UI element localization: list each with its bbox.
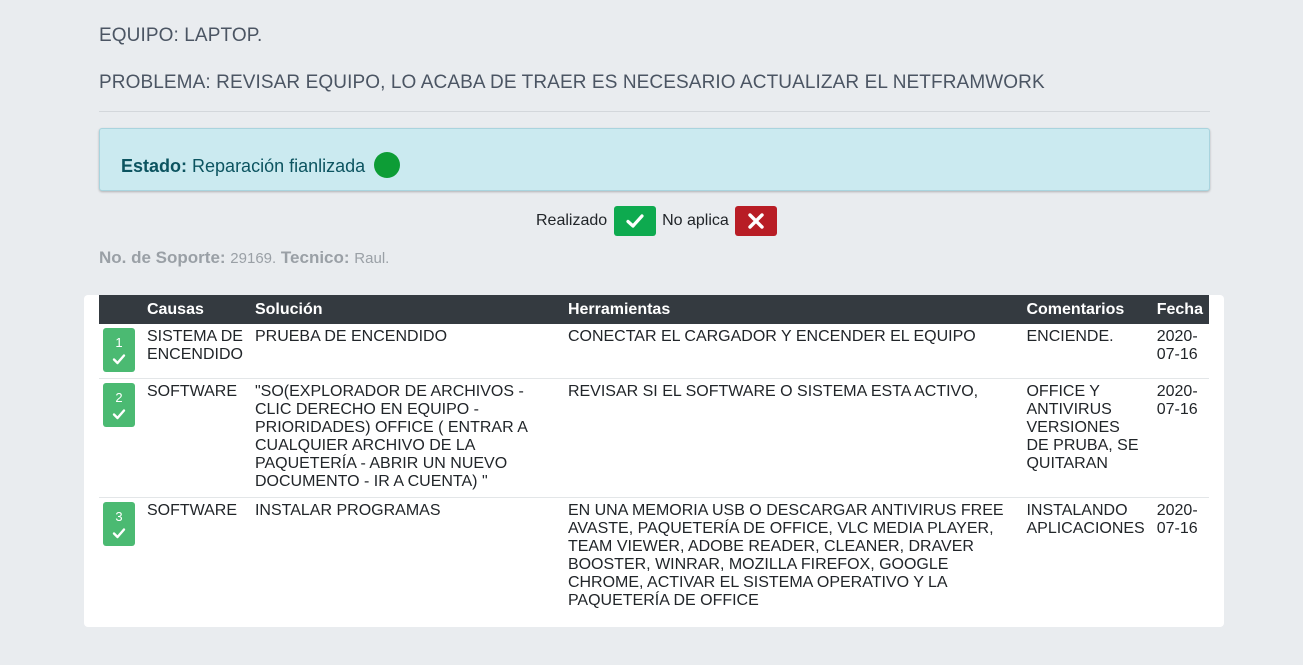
- cell-herramientas: CONECTAR EL CARGADOR Y ENCENDER EL EQUIP…: [567, 328, 976, 345]
- column-header-causas[interactable]: Causas: [141, 295, 249, 324]
- table-row: 1 SISTEMA DE ENCENDIDO PRUEBA DE ENCENDI…: [99, 324, 1209, 379]
- cell-comentarios: INSTALANDO APLICACIONES: [1020, 497, 1151, 616]
- cell-fecha: 2020-07-16: [1150, 497, 1209, 616]
- tasks-table: Causas Solución Herramientas Comentarios…: [99, 295, 1209, 616]
- row-status-cell: 2: [99, 378, 141, 498]
- tasks-card: Causas Solución Herramientas Comentarios…: [84, 295, 1224, 627]
- column-header-fecha[interactable]: Fecha: [1151, 295, 1209, 324]
- cell-solucion: INSTALAR PROGRAMAS: [248, 497, 562, 616]
- cell-causa: SOFTWARE: [140, 497, 249, 616]
- support-meta: No. de Soporte: 29169. Tecnico: Raul.: [99, 248, 389, 268]
- column-header-solucion[interactable]: Solución: [249, 295, 562, 324]
- row-status-cell: 1: [99, 324, 141, 379]
- column-header-comentarios[interactable]: Comentarios: [1020, 295, 1150, 324]
- legend-done-button[interactable]: [613, 206, 656, 236]
- check-icon: [112, 354, 126, 365]
- cell-fecha: 2020-07-16: [1156, 328, 1198, 363]
- cell-causa: SISTEMA DE ENCENDIDO: [146, 328, 243, 363]
- table-row: 2 SOFTWARE "SO(EXPLORADOR DE ARCHIVOS - …: [99, 378, 1209, 498]
- status-alert: Estado: Reparación fianlizada: [99, 128, 1210, 191]
- legend-na-label: No aplica: [662, 212, 729, 229]
- check-icon: [112, 528, 126, 539]
- technician-value: Raul.: [354, 250, 390, 267]
- close-icon: [748, 213, 764, 229]
- status-label: Estado:: [121, 156, 188, 176]
- support-number-label: No. de Soporte:: [99, 248, 226, 267]
- cell-comentarios: ENCIENDE.: [1026, 328, 1114, 345]
- column-header-index: [99, 295, 141, 324]
- row-number: 1: [115, 335, 123, 350]
- divider: [99, 111, 1210, 112]
- cell-fecha: 2020-07-16: [1150, 378, 1209, 498]
- status-dot-icon: [374, 152, 401, 178]
- cell-causa: SOFTWARE: [140, 378, 249, 498]
- cell-solucion: PRUEBA DE ENCENDIDO: [254, 328, 448, 345]
- check-icon: [626, 214, 644, 228]
- equipment-heading: EQUIPO: LAPTOP.: [99, 25, 263, 46]
- status-value: Reparación fianlizada: [192, 156, 366, 176]
- row-status-cell: 3: [99, 497, 141, 616]
- problem-heading: PROBLEMA: REVISAR EQUIPO, LO ACABA DE TR…: [99, 72, 1045, 93]
- legend-na-button[interactable]: [735, 206, 778, 236]
- support-number-value: 29169.: [230, 250, 277, 267]
- check-icon: [112, 409, 126, 420]
- row-status-badge[interactable]: 3: [103, 502, 135, 546]
- row-status-badge[interactable]: 2: [103, 383, 135, 427]
- cell-comentarios: OFFICE Y ANTIVIRUS VERSIONES DE PRUBA, S…: [1020, 378, 1151, 498]
- row-status-badge[interactable]: 1: [103, 328, 135, 372]
- row-number: 3: [115, 509, 123, 524]
- table-header-row: Causas Solución Herramientas Comentarios…: [99, 295, 1209, 324]
- technician-label: Tecnico:: [280, 248, 350, 267]
- legend: Realizado No aplica: [536, 206, 779, 236]
- column-header-herramientas[interactable]: Herramientas: [562, 295, 1021, 324]
- row-number: 2: [115, 390, 123, 405]
- table-row: 3 SOFTWARE INSTALAR PROGRAMAS EN UNA MEM…: [99, 497, 1209, 616]
- cell-herramientas: REVISAR SI EL SOFTWARE O SISTEMA ESTA AC…: [561, 378, 1021, 498]
- cell-herramientas: EN UNA MEMORIA USB O DESCARGAR ANTIVIRUS…: [561, 497, 1021, 616]
- cell-solucion: "SO(EXPLORADOR DE ARCHIVOS - CLIC DERECH…: [248, 378, 562, 498]
- status-text: Estado: Reparación fianlizada: [121, 152, 401, 178]
- legend-done-label: Realizado: [536, 212, 608, 229]
